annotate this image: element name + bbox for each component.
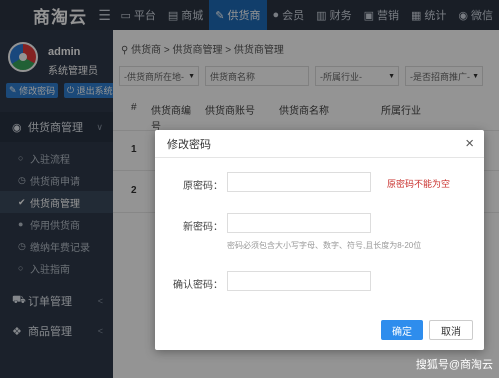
old-password-input[interactable] (227, 172, 371, 192)
dialog-title: 修改密码 (167, 138, 211, 151)
old-password-error: 原密码不能为空 (387, 179, 451, 189)
dialog-header: 修改密码 × (155, 130, 484, 158)
cancel-button[interactable]: 取消 (429, 320, 473, 340)
old-password-label: 原密码： (183, 181, 223, 192)
confirm-password-label: 确认密码： (173, 280, 223, 291)
change-password-dialog: 修改密码 × 原密码： 原密码不能为空 新密码： 密码必须包含大小写字母、数字、… (155, 130, 484, 350)
confirm-button[interactable]: 确定 (381, 320, 423, 340)
close-icon[interactable]: × (465, 135, 474, 152)
new-password-label: 新密码： (183, 222, 223, 233)
watermark: 搜狐号@商淘云 (415, 359, 493, 371)
new-password-input[interactable] (227, 213, 371, 233)
confirm-password-input[interactable] (227, 271, 371, 291)
password-rule-hint: 密码必须包含大小写字母、数字、符号,且长度为8-20位 (227, 241, 422, 250)
